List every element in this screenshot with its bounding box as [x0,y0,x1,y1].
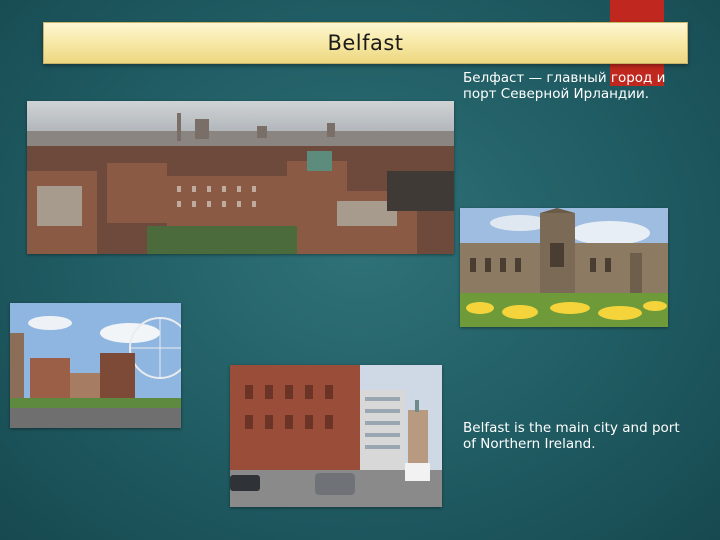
ferris-wheel-square-photo [10,303,181,428]
russian-caption: Белфаст — главный город и порт Северной … [463,70,666,102]
street-view-photo [230,365,442,507]
slide-title: Belfast [327,31,404,55]
city-panorama-photo [27,101,454,254]
university-building-photo [460,208,668,327]
title-bar: Belfast [43,22,688,64]
english-caption: Belfast is the main city and port of Nor… [463,420,680,452]
